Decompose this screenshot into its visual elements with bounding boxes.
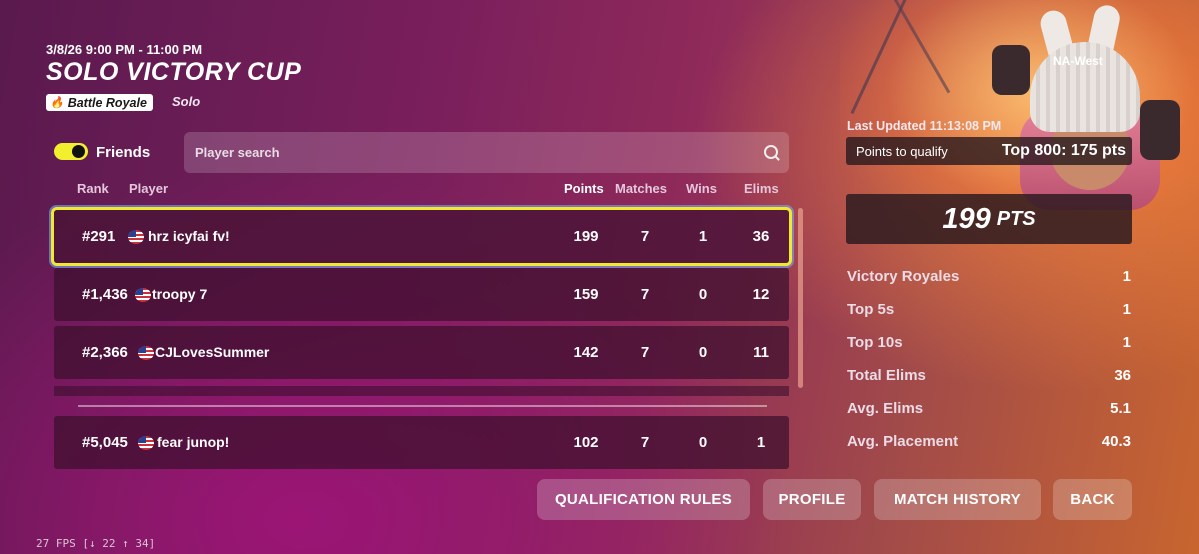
qualify-box: Points to qualify Top 800: 175 pts bbox=[846, 137, 1132, 165]
row-rank: #5,045 bbox=[82, 434, 128, 451]
row-elims: 12 bbox=[752, 286, 770, 303]
total-points-value: 199 bbox=[942, 202, 991, 235]
fps-counter: 27 FPS [↓ 22 ↑ 34] bbox=[36, 537, 156, 550]
row-elims: 36 bbox=[752, 228, 770, 245]
row-wins: 0 bbox=[698, 434, 708, 451]
divider bbox=[78, 405, 767, 407]
col-elims: Elims bbox=[744, 181, 779, 196]
character-art bbox=[840, 0, 1199, 210]
row-points: 159 bbox=[573, 286, 599, 303]
row-points: 142 bbox=[573, 344, 599, 361]
us-flag-icon bbox=[138, 436, 154, 450]
row-player: CJLovesSummer bbox=[155, 344, 270, 360]
player-search[interactable] bbox=[184, 132, 789, 173]
row-matches: 7 bbox=[640, 434, 650, 451]
leaderboard-row[interactable]: #1,436 troopy 7 159 7 0 12 bbox=[54, 268, 789, 321]
stat-avg-elims: Avg. Elims 5.1 bbox=[847, 400, 1131, 417]
friends-toggle[interactable] bbox=[54, 143, 88, 160]
total-points-unit: PTS bbox=[996, 207, 1036, 230]
col-matches: Matches bbox=[615, 181, 668, 196]
row-rank: #291 bbox=[82, 228, 116, 245]
qualify-label: Points to qualify bbox=[856, 144, 948, 159]
row-wins: 0 bbox=[698, 286, 708, 303]
qualify-value: Top 800: 175 pts bbox=[1001, 142, 1126, 159]
row-matches: 7 bbox=[640, 344, 650, 361]
profile-button[interactable]: PROFILE bbox=[763, 479, 861, 520]
search-icon[interactable] bbox=[764, 145, 778, 159]
event-datetime: 3/8/26 9:00 PM - 11:00 PM bbox=[46, 42, 203, 57]
row-matches: 7 bbox=[640, 228, 650, 245]
row-peek bbox=[54, 386, 789, 396]
row-points: 102 bbox=[573, 434, 599, 451]
last-updated: Last Updated 11:13:08 PM bbox=[847, 119, 1002, 133]
leaderboard-row[interactable]: #5,045 fear junop! 102 7 0 1 bbox=[54, 416, 789, 469]
region-label: NA-West bbox=[1053, 54, 1103, 68]
event-title: SOLO VICTORY CUP bbox=[46, 58, 302, 86]
friends-label: Friends bbox=[96, 144, 151, 161]
row-points: 199 bbox=[573, 228, 599, 245]
us-flag-icon bbox=[138, 346, 154, 360]
col-player: Player bbox=[129, 181, 169, 196]
row-player: troopy 7 bbox=[152, 286, 208, 302]
qualification-rules-button[interactable]: QUALIFICATION RULES bbox=[537, 479, 750, 520]
flame-icon: 🔥 bbox=[50, 97, 64, 109]
mode-subtitle: Solo bbox=[172, 94, 201, 109]
row-matches: 7 bbox=[640, 286, 650, 303]
us-flag-icon bbox=[128, 230, 144, 244]
mode-badge-label: Battle Royale bbox=[67, 95, 147, 110]
stat-victory-royales: Victory Royales 1 bbox=[847, 268, 1131, 285]
row-player: hrz icyfai fv! bbox=[148, 228, 230, 244]
search-input[interactable] bbox=[193, 144, 737, 161]
back-button[interactable]: BACK bbox=[1053, 479, 1132, 520]
leaderboard-row[interactable]: #2,366 CJLovesSummer 142 7 0 11 bbox=[54, 326, 789, 379]
leaderboard-row-self[interactable]: #291 hrz icyfai fv! 199 7 1 36 bbox=[54, 210, 789, 263]
mode-badge: 🔥 Battle Royale bbox=[46, 94, 153, 111]
row-player: fear junop! bbox=[157, 434, 230, 450]
row-elims: 1 bbox=[756, 434, 766, 451]
row-rank: #1,436 bbox=[82, 286, 128, 303]
us-flag-icon bbox=[135, 288, 151, 302]
col-wins: Wins bbox=[686, 181, 717, 196]
row-wins: 0 bbox=[698, 344, 708, 361]
stat-avg-placement: Avg. Placement 40.3 bbox=[847, 433, 1131, 450]
total-points: 199 PTS bbox=[846, 194, 1132, 244]
row-rank: #2,366 bbox=[82, 344, 128, 361]
match-history-button[interactable]: MATCH HISTORY bbox=[874, 479, 1041, 520]
col-rank: Rank bbox=[77, 181, 109, 196]
row-elims: 11 bbox=[753, 344, 769, 361]
col-points: Points bbox=[564, 181, 604, 196]
stat-top10s: Top 10s 1 bbox=[847, 334, 1131, 351]
scrollbar[interactable] bbox=[798, 208, 803, 388]
stat-top5s: Top 5s 1 bbox=[847, 301, 1131, 318]
row-wins: 1 bbox=[698, 228, 708, 245]
stat-total-elims: Total Elims 36 bbox=[847, 367, 1131, 384]
